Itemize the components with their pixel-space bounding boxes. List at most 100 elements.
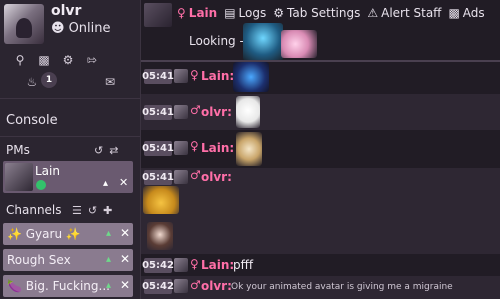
timestamp: 05:42 — [142, 258, 174, 273]
message-row: 05:41 ♂ olvr: — [141, 168, 500, 254]
pin-icon[interactable]: ▴ — [106, 280, 111, 291]
emote-image — [236, 96, 260, 128]
message-row: 05:41 ♂ olvr: — [141, 94, 500, 130]
message-username[interactable]: olvr: — [201, 105, 232, 119]
user-settings-icon[interactable]: ⚙ — [56, 50, 80, 70]
pm-name: Lain — [35, 164, 60, 178]
avatar — [174, 141, 188, 155]
avatar — [174, 170, 188, 184]
online-status-icon — [36, 180, 46, 190]
gear-icon: ⚙ — [273, 6, 284, 20]
message-text: Ok your animated avatar is giving me a m… — [231, 282, 453, 292]
tab-alert-staff[interactable]: ⚠ Alert Staff — [367, 6, 441, 20]
sidebar: olvr ☻ Online ⚲ ▩ ⚙ ⇰ ♨ 1 ✉ Console PMs … — [0, 0, 140, 299]
timestamp: 05:41 — [142, 105, 174, 120]
logout-icon[interactable]: ⇰ — [80, 50, 104, 70]
notification-count-badge: 1 — [41, 72, 57, 88]
pm-item-lain[interactable]: Lain ▴ ✕ — [3, 161, 133, 193]
tab-label: Alert Staff — [381, 6, 442, 20]
emote-image — [236, 132, 262, 166]
female-icon: ♀ — [190, 257, 199, 271]
tab-profile-lain[interactable]: ♀ Lain — [177, 6, 217, 20]
tab-settings[interactable]: ⚙ Tab Settings — [273, 6, 360, 20]
close-icon[interactable]: ✕ — [119, 176, 128, 189]
avatar — [5, 163, 33, 191]
search-icon[interactable]: ⚲ — [8, 50, 32, 70]
channels-heading: Channels — [6, 203, 62, 217]
channel-name: Rough Sex — [7, 253, 71, 267]
female-icon: ♀ — [190, 139, 199, 153]
message-row: 05:41 ♀ Lain: — [141, 62, 500, 92]
console-link[interactable]: Console — [6, 113, 58, 128]
divider — [0, 98, 140, 99]
username: olvr — [51, 3, 82, 19]
list-icon[interactable]: ☰ — [72, 204, 82, 217]
ad-icon: ▩ — [448, 6, 460, 20]
pin-icon[interactable]: ▴ — [106, 228, 111, 239]
avatar — [174, 69, 188, 83]
close-icon[interactable]: ✕ — [120, 278, 130, 292]
timestamp: 05:42 — [142, 279, 174, 294]
message-row: 05:42 ♂ olvr: Ok your animated avatar is… — [141, 276, 500, 299]
message-username[interactable]: Lain: — [201, 141, 234, 155]
channel-item-big-fucking[interactable]: 🍆 Big. Fucking... ▴ ✕ — [3, 275, 133, 297]
mail-icon[interactable]: ✉ — [98, 72, 122, 92]
female-icon: ♀ — [190, 68, 199, 82]
message-row: 05:42 ♀ Lain: pfff — [141, 256, 500, 276]
add-icon[interactable]: ✚ — [103, 204, 112, 217]
header-tabs: ♀ Lain ▤ Logs ⚙ Tab Settings ⚠ Alert Sta… — [177, 6, 492, 20]
status-emote-image — [243, 23, 283, 61]
message-username[interactable]: olvr: — [201, 170, 232, 184]
channel-name: 🍆 Big. Fucking... — [7, 279, 110, 293]
avatar — [174, 258, 188, 272]
pin-icon[interactable]: ▴ — [106, 254, 111, 265]
channel-name: ✨ Gyaru ✨ — [7, 227, 81, 241]
female-icon: ♀ — [177, 6, 186, 20]
timestamp: 05:41 — [142, 170, 174, 185]
tab-label: Tab Settings — [287, 6, 361, 20]
pms-heading: PMs — [6, 143, 30, 157]
tab-ads[interactable]: ▩ Ads — [448, 6, 484, 20]
status-emote-image — [281, 30, 317, 58]
close-icon[interactable]: ✕ — [120, 226, 130, 240]
divider — [0, 136, 140, 137]
message-username[interactable]: Lain: — [201, 69, 234, 83]
avatar[interactable] — [4, 4, 44, 44]
emote-image — [233, 62, 269, 92]
message-text: pfff — [233, 258, 254, 272]
avatar — [174, 279, 188, 293]
channel-item-gyaru[interactable]: ✨ Gyaru ✨ ▴ ✕ — [3, 223, 133, 245]
shuffle-icon[interactable]: ⇄ — [109, 144, 118, 157]
channels-actions: ☰ ↺ ✚ — [72, 204, 112, 217]
history-icon[interactable]: ↺ — [94, 144, 103, 157]
warning-icon: ⚠ — [367, 6, 379, 20]
male-icon: ♂ — [190, 103, 201, 117]
chat-main: ♀ Lain ▤ Logs ⚙ Tab Settings ⚠ Alert Sta… — [140, 0, 500, 299]
pms-actions: ↺ ⇄ — [94, 144, 118, 157]
profile-section: olvr ☻ Online — [0, 0, 140, 48]
sidebar-icon-row-3: ✉ — [98, 72, 122, 92]
male-icon: ♂ — [190, 168, 201, 182]
ad-icon[interactable]: ▩ — [32, 50, 56, 70]
tab-label: Ads — [462, 6, 485, 20]
sidebar-icon-row-1: ⚲ ▩ ⚙ ⇰ — [8, 50, 104, 70]
male-icon: ♂ — [190, 278, 201, 292]
pin-icon[interactable]: ▴ — [103, 178, 108, 189]
user-status-icon: ☻ — [51, 21, 65, 36]
tab-label: Lain — [188, 6, 218, 20]
emote-image — [147, 222, 173, 250]
timestamp: 05:41 — [142, 69, 174, 84]
close-icon[interactable]: ✕ — [120, 252, 130, 266]
channel-item-rough-sex[interactable]: Rough Sex ▴ ✕ — [3, 249, 133, 271]
message-row: 05:41 ♀ Lain: — [141, 132, 500, 166]
message-username[interactable]: Lain: — [201, 258, 234, 272]
message-username[interactable]: olvr: — [201, 279, 232, 293]
tab-label: Logs — [238, 6, 267, 20]
timestamp: 05:41 — [142, 141, 174, 156]
history-icon[interactable]: ↺ — [88, 204, 97, 217]
status-text: Online — [68, 21, 111, 36]
file-icon: ▤ — [224, 6, 236, 20]
status-row[interactable]: ☻ Online — [51, 21, 111, 36]
tab-logs[interactable]: ▤ Logs — [224, 6, 266, 20]
conversation-avatar — [144, 3, 172, 27]
